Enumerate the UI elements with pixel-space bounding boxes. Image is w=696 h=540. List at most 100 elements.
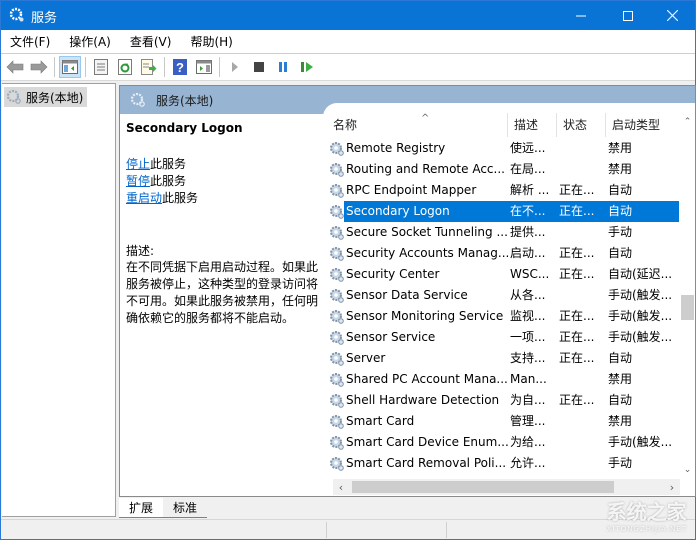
menu-help[interactable]: 帮助(H) (181, 31, 240, 53)
vertical-scroll-thumb[interactable] (681, 295, 694, 320)
service-name: Routing and Remote Acc... (346, 162, 505, 176)
service-row[interactable]: Smart Card Device Enum... 为给... 手动(触发... (323, 432, 679, 453)
maximize-button[interactable] (605, 1, 651, 30)
horizontal-scrollbar[interactable]: ‹ › (333, 479, 680, 495)
service-row[interactable]: Secondary Logon 在不... 正在... 自动 (323, 201, 679, 222)
horizontal-scroll-thumb[interactable] (352, 481, 614, 493)
restart-service-link[interactable]: 重启动 (126, 191, 162, 205)
maximize-icon (623, 10, 633, 21)
service-row[interactable]: Shared PC Account Mana... Man... 禁用 (323, 369, 679, 390)
scroll-right-icon[interactable]: › (664, 479, 680, 495)
forward-button[interactable] (28, 56, 50, 78)
service-row[interactable]: Security Center WSC... 正在... 自动(延迟... (323, 264, 679, 285)
pause-service-link[interactable]: 暂停 (126, 174, 150, 188)
service-name: Server (346, 351, 386, 365)
service-startup-type: 禁用 (608, 414, 633, 428)
back-button[interactable] (4, 56, 26, 78)
service-row[interactable]: Security Accounts Manag... 启动... 正在... 自动 (323, 243, 679, 264)
show-hide-action-pane-button[interactable] (193, 56, 215, 78)
service-startup-type: 禁用 (608, 141, 633, 155)
service-description: 使远... (510, 141, 546, 155)
services-gear-icon (130, 92, 145, 107)
service-name: RPC Endpoint Mapper (346, 183, 477, 197)
restart-service-button[interactable] (296, 56, 318, 78)
close-button[interactable] (649, 1, 695, 30)
help-icon: ? (173, 59, 187, 75)
export-list-icon (141, 59, 157, 75)
service-startup-type: 手动(触发... (608, 309, 673, 323)
console-tree: 服务(本地) (2, 83, 116, 517)
service-row[interactable]: Smart Card Removal Poli... 允许... 手动 (323, 453, 679, 474)
scroll-down-icon[interactable]: ⌄ (680, 461, 695, 478)
forward-arrow-icon (30, 60, 48, 74)
tab-extended[interactable]: 扩展 (119, 498, 164, 518)
service-row[interactable]: Server 支持... 正在... 自动 (323, 348, 679, 369)
toolbar-separator (219, 57, 220, 77)
action-pane-icon (196, 60, 212, 74)
menu-view[interactable]: 查看(V) (121, 31, 180, 53)
service-description: 在局... (510, 162, 546, 176)
status-divider (326, 522, 327, 538)
service-row[interactable]: Remote Registry 使远... 禁用 (323, 138, 679, 159)
service-name: Shell Hardware Detection (346, 393, 500, 407)
toolbar-separator (164, 57, 165, 77)
scroll-up-icon[interactable]: ⌃ (680, 113, 695, 130)
service-row[interactable]: Sensor Service 一项... 正在... 手动(触发... (323, 327, 679, 348)
title-bar: 服务 (1, 1, 695, 30)
minimize-button[interactable] (558, 1, 604, 30)
services-list: 名称 ^ 描述 状态 启动类型 Remote Registry 使远... 禁用 Ro… (323, 103, 695, 496)
tree-item-services-local[interactable]: 服务(本地) (4, 87, 88, 107)
status-divider (446, 522, 447, 538)
service-row[interactable]: Routing and Remote Acc... 在局... 禁用 (323, 159, 679, 180)
service-row[interactable]: Sensor Monitoring Service 监视... 正在... 手动(触发… (323, 306, 679, 327)
pause-icon (279, 62, 287, 72)
service-description: 启动... (510, 246, 546, 260)
action-suffix: 此服务 (150, 157, 187, 171)
scroll-left-icon[interactable]: ‹ (333, 479, 349, 495)
tab-standard[interactable]: 标准 (163, 498, 208, 518)
service-status: 正在... (559, 393, 595, 407)
service-startup-type: 禁用 (608, 162, 633, 176)
stop-service-button[interactable] (248, 56, 270, 78)
restart-icon (301, 62, 313, 72)
column-header-name[interactable]: 名称 ^ (333, 113, 511, 137)
help-button[interactable]: ? (169, 56, 191, 78)
restart-action: 重启动此服务 (126, 190, 198, 207)
service-row[interactable]: Sensor Data Service 从各... 手动(触发... (323, 285, 679, 306)
services-window: 服务 文件(F) 操作(A) 查看(V) 帮助(H) ? 服务(本地) 服务(本… (0, 0, 696, 540)
properties-button[interactable] (90, 56, 112, 78)
service-description: 为给... (510, 435, 546, 449)
service-status: 正在... (559, 267, 595, 281)
service-name: Security Accounts Manag... (346, 246, 510, 260)
vertical-scrollbar[interactable]: ⌃ ⌄ (680, 113, 695, 478)
panel-header-title: 服务(本地) (156, 94, 214, 108)
stop-service-link[interactable]: 停止 (126, 157, 150, 171)
pause-service-button[interactable] (272, 56, 294, 78)
column-header-description[interactable]: 描述 (507, 113, 556, 137)
menu-file[interactable]: 文件(F) (1, 31, 58, 53)
service-startup-type: 自动(延迟... (608, 267, 673, 281)
service-description: 在不... (510, 204, 546, 218)
export-list-button[interactable] (138, 56, 160, 78)
service-name: Smart Card Removal Poli... (346, 456, 507, 470)
show-hide-console-tree-button[interactable] (59, 56, 81, 78)
menu-action[interactable]: 操作(A) (60, 31, 119, 53)
service-row[interactable]: Shell Hardware Detection 为自... 正在... 自动 (323, 390, 679, 411)
column-header-status[interactable]: 状态 (556, 113, 605, 137)
watermark-subtext: XITONGZHIJIA.NET (606, 525, 687, 533)
service-name: Smart Card (346, 414, 415, 428)
properties-icon (94, 59, 108, 75)
service-row[interactable]: RPC Endpoint Mapper 解析 ... 正在... 自动 (323, 180, 679, 201)
stop-action: 停止此服务 (126, 156, 198, 173)
services-gear-icon (6, 89, 21, 104)
refresh-button[interactable] (114, 56, 136, 78)
service-status: 正在... (559, 204, 595, 218)
service-row[interactable]: Secure Socket Tunneling ... 提供... 手动 (323, 222, 679, 243)
start-service-button[interactable] (224, 56, 246, 78)
pause-action: 暂停此服务 (126, 173, 198, 190)
column-header-startup-type[interactable]: 启动类型 (605, 113, 679, 137)
service-row[interactable]: Smart Card 管理... 禁用 (323, 411, 679, 432)
services-gear-icon (9, 7, 24, 22)
toolbar-separator (85, 57, 86, 77)
service-status: 正在... (559, 330, 595, 344)
